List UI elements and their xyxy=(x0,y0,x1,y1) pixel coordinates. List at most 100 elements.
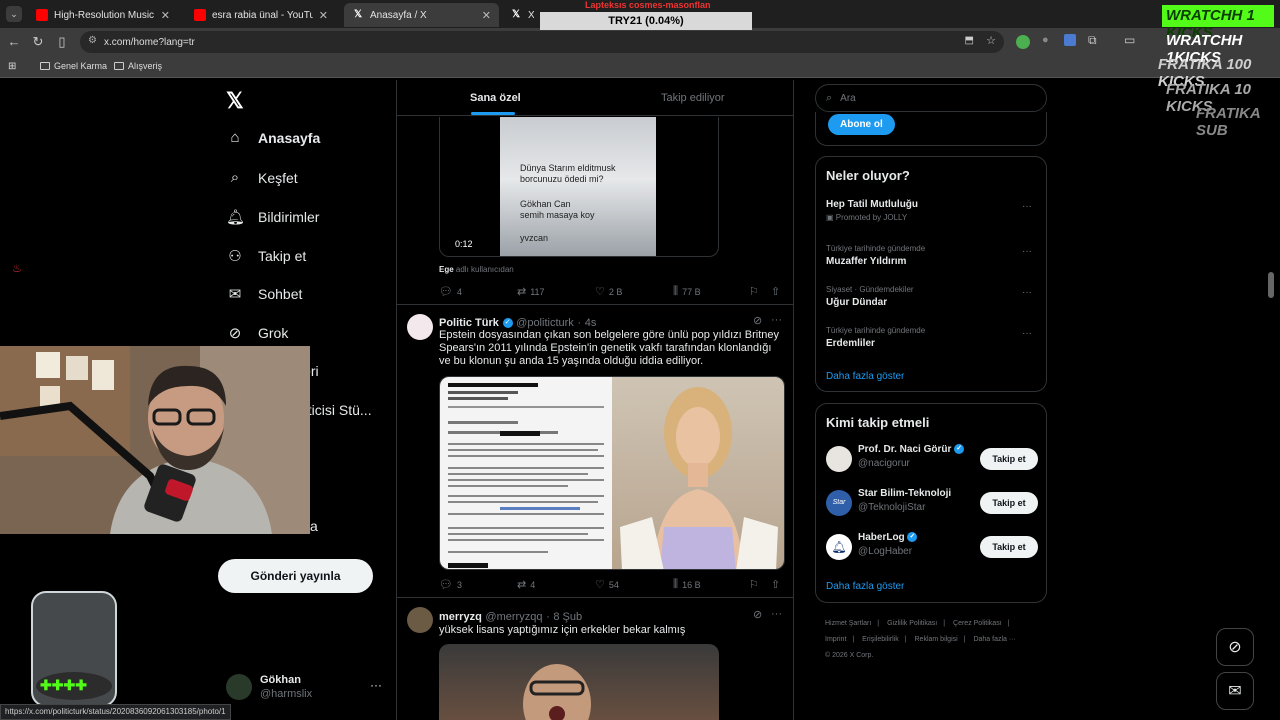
subscribe-button[interactable]: Abone ol xyxy=(828,114,895,135)
active-tab-indicator xyxy=(471,112,515,115)
grok-icon[interactable]: ⊘ xyxy=(753,314,762,327)
tab-list-dropdown[interactable]: ⌄ xyxy=(6,6,22,22)
grok-icon: ⊘ xyxy=(228,325,242,342)
close-icon[interactable]: ✕ xyxy=(319,9,328,22)
views-button[interactable]: ⫼ 77 B xyxy=(673,285,701,298)
extension-icon[interactable]: ● xyxy=(1042,34,1049,46)
trend-item[interactable]: Hep Tatil Mutluluğu ▣ Promoted by JOLLY … xyxy=(826,199,1038,222)
footer-link[interactable]: Imprint xyxy=(825,636,846,643)
show-more-link[interactable]: Daha fazla göster xyxy=(826,581,904,592)
photo-image[interactable] xyxy=(612,377,784,569)
bookmark-button[interactable]: ⚐ xyxy=(749,285,759,298)
more-icon[interactable]: ··· xyxy=(771,608,782,620)
more-icon[interactable]: ··· xyxy=(1022,328,1032,339)
extensions-puzzle-icon[interactable]: ⧉ xyxy=(1088,33,1097,48)
browser-tab[interactable]: High-Resolution Music for Audi ✕ xyxy=(28,3,178,27)
sidebar-icon[interactable]: ▭ xyxy=(1124,33,1135,47)
nav-item-partial[interactable]: a xyxy=(310,518,318,534)
browser-tab-active[interactable]: 𝕏 Anasayfa / X ✕ xyxy=(344,3,499,27)
follow-suggestion[interactable]: 🔔︎ HaberLog ✓ @LogHaber Takip et xyxy=(826,532,1038,562)
bookmark-star-icon[interactable]: ☆ xyxy=(986,34,996,47)
share-button[interactable]: ⇧ xyxy=(771,578,780,591)
post-header: Politic Türk ✓ @politicturk · 4s xyxy=(439,317,597,329)
follow-suggestion[interactable]: Prof. Dr. Naci Görür ✓ @nacigorur Takip … xyxy=(826,444,1038,474)
post[interactable]: merryzq @merryzqq · 8 Şub ⊘ ··· yüksek l… xyxy=(397,599,793,720)
footer-link[interactable]: Reklam bilgisi xyxy=(915,636,958,643)
reply-button[interactable]: 💬︎ 3 xyxy=(439,578,462,591)
nav-follow[interactable]: ⚇ Takip et xyxy=(226,247,306,265)
reply-icon: 💬︎ xyxy=(439,286,453,298)
nav-notifications[interactable]: 🔔︎ Bildirimler xyxy=(226,208,319,226)
follow-button[interactable]: Takip et xyxy=(980,492,1038,514)
footer-link[interactable]: Hizmet Şartları xyxy=(825,620,871,627)
close-icon[interactable]: ✕ xyxy=(482,9,491,22)
footer-link[interactable]: Çerez Politikası xyxy=(953,620,1002,627)
reload-icon[interactable]: ↻ xyxy=(30,34,46,50)
browser-tab[interactable]: 𝕏 X'te Te xyxy=(502,3,542,27)
split-view-icon[interactable]: ▯ xyxy=(54,34,70,50)
follow-suggestion[interactable]: Star Star Bilim-Teknoloji @TeknolojiStar… xyxy=(826,488,1038,518)
x-logo-icon[interactable]: 𝕏 xyxy=(226,88,244,114)
who-to-follow-box: Kimi takip etmeli Prof. Dr. Naci Görür ✓… xyxy=(815,403,1047,603)
more-icon[interactable]: ··· xyxy=(1022,287,1032,298)
scrollbar[interactable] xyxy=(1268,272,1274,298)
post-media[interactable] xyxy=(439,376,785,570)
account-switcher[interactable]: Gökhan @harmslix ··· xyxy=(226,674,386,704)
bell-icon: 🔔︎ xyxy=(226,209,246,226)
nav-home[interactable]: ⌂ Anasayfa xyxy=(226,129,320,146)
repost-button[interactable]: ⇄ 117 xyxy=(517,285,545,298)
bookmark-button[interactable]: ⚐ xyxy=(749,578,759,591)
nav-grok[interactable]: ⊘ Grok xyxy=(226,324,289,342)
tab-following[interactable]: Takip ediliyor xyxy=(661,92,725,104)
nav-item-partial[interactable]: eticisi Stü... xyxy=(300,402,372,418)
reply-button[interactable]: 💬︎ 4 xyxy=(439,285,462,298)
post-media[interactable] xyxy=(439,644,719,720)
post-button[interactable]: Gönderi yayınla xyxy=(218,559,373,593)
webcam-overlay xyxy=(0,346,310,534)
extension-icon[interactable] xyxy=(1016,35,1030,49)
back-icon[interactable]: ← xyxy=(6,34,22,49)
follow-button[interactable]: Takip et xyxy=(980,536,1038,558)
more-icon[interactable]: ··· xyxy=(1022,201,1032,212)
bookmark-folder[interactable]: Genel Karma xyxy=(40,61,107,71)
follow-title: Kimi takip etmeli xyxy=(826,415,930,430)
post[interactable]: Politic Türk ✓ @politicturk · 4s ⊘ ··· E… xyxy=(397,306,793,598)
translate-icon[interactable] xyxy=(1064,34,1076,46)
address-bar[interactable]: ⚙ x.com/home?lang=tr ⬒ ☆ xyxy=(80,31,1004,53)
repost-button[interactable]: ⇄ 4 xyxy=(517,578,535,591)
post-actions: 💬︎ 4 ⇄ 117 ♡ 2 B ⫼ 77 B ⚐ ⇧ xyxy=(439,285,785,299)
footer-link[interactable]: Daha fazla ··· xyxy=(973,636,1015,643)
follow-button[interactable]: Takip et xyxy=(980,448,1038,470)
bookmark-folder[interactable]: Alışveriş xyxy=(114,61,162,71)
install-icon[interactable]: ⬒ xyxy=(965,35,974,46)
grok-fab-button[interactable]: ⊘ xyxy=(1216,628,1254,666)
more-icon[interactable]: ··· xyxy=(370,678,382,692)
footer-link[interactable]: Erişilebilirlik xyxy=(862,636,899,643)
like-button[interactable]: ♡ 54 xyxy=(595,578,619,591)
post[interactable]: Dünya Starım elditmusk borcunuzu ödedi m… xyxy=(397,117,793,305)
trend-item[interactable]: Siyaset · Gündemdekiler Uğur Dündar ··· xyxy=(826,285,1038,308)
more-icon[interactable]: ··· xyxy=(771,314,782,326)
nav-explore[interactable]: ⌕ Keşfet xyxy=(226,169,298,186)
show-more-link[interactable]: Daha fazla göster xyxy=(826,371,904,382)
apps-icon[interactable]: ⊞ xyxy=(8,61,16,72)
messages-fab-button[interactable]: ✉ xyxy=(1216,672,1254,710)
trend-item[interactable]: Türkiye tarihinde gündemde Erdemliler ··… xyxy=(826,326,1038,349)
more-icon[interactable]: ··· xyxy=(1022,246,1032,257)
views-button[interactable]: ⫼ 16 B xyxy=(673,578,701,591)
tab-for-you[interactable]: Sana özel xyxy=(470,92,521,104)
account-handle: @harmslix xyxy=(260,688,313,700)
footer-link[interactable]: Gizlilik Politikası xyxy=(887,620,937,627)
nav-chat[interactable]: ✉ Sohbet xyxy=(226,285,303,303)
document-image[interactable] xyxy=(440,377,612,569)
site-info-icon[interactable]: ⚙ xyxy=(88,35,97,46)
share-button[interactable]: ⇧ xyxy=(771,285,780,298)
grok-icon[interactable]: ⊘ xyxy=(753,608,762,621)
trend-item[interactable]: Türkiye tarihinde gündemde Muzaffer Yıld… xyxy=(826,244,1038,267)
video-player[interactable]: Dünya Starım elditmusk borcunuzu ödedi m… xyxy=(439,117,719,257)
close-icon[interactable]: ✕ xyxy=(161,9,170,22)
like-button[interactable]: ♡ 2 B xyxy=(595,285,622,298)
jar-graphic: ✚✚✚✚ xyxy=(31,591,117,707)
browser-tab[interactable]: esra rabia ünal - YouTube ✕ xyxy=(186,3,336,27)
search-input[interactable]: ⌕ Ara xyxy=(815,84,1047,112)
